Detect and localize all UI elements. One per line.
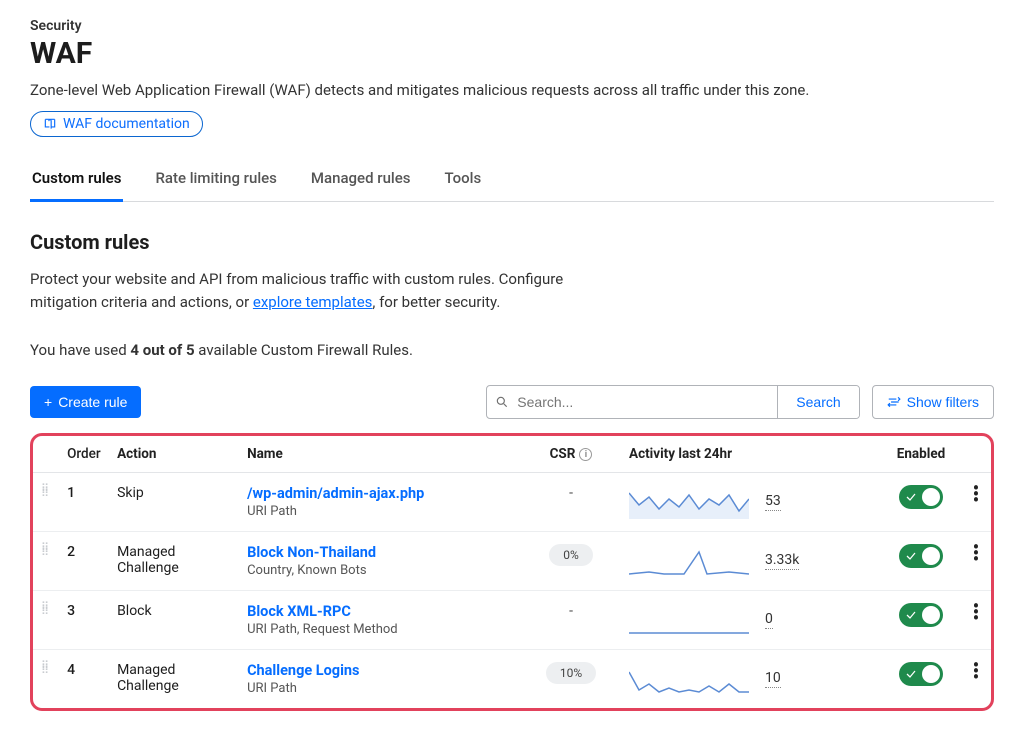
rule-name-link[interactable]: Block XML-RPC <box>247 603 513 620</box>
rule-subtitle: URI Path <box>247 681 513 696</box>
rule-order: 2 <box>59 532 109 591</box>
create-rule-label: Create rule <box>58 394 127 410</box>
csr-badge: 10% <box>546 662 596 684</box>
search-button[interactable]: Search <box>777 386 858 418</box>
row-menu-button[interactable]: ••• <box>969 603 983 621</box>
drag-handle[interactable]: ⠿⠿ <box>33 532 59 591</box>
rule-name-link[interactable]: /wp-admin/admin-ajax.php <box>247 485 513 502</box>
rules-table-container: Order Action Name CSRi Activity last 24h… <box>30 433 994 711</box>
col-action: Action <box>109 436 239 473</box>
col-name: Name <box>239 436 521 473</box>
csr-badge: 0% <box>549 544 593 566</box>
row-menu-button[interactable]: ••• <box>969 485 983 503</box>
activity-count[interactable]: 3.33k <box>765 552 799 570</box>
sparkline <box>629 662 749 696</box>
rule-name-link[interactable]: Block Non-Thailand <box>247 544 513 561</box>
row-menu-button[interactable]: ••• <box>969 544 983 562</box>
search-icon <box>495 395 509 409</box>
activity-count[interactable]: 10 <box>765 670 781 688</box>
check-icon <box>905 491 917 503</box>
rule-name-link[interactable]: Challenge Logins <box>247 662 513 679</box>
row-menu-button[interactable]: ••• <box>969 662 983 680</box>
waf-documentation-link[interactable]: WAF documentation <box>30 111 203 137</box>
explore-templates-link[interactable]: explore templates <box>253 293 373 311</box>
tab-tools[interactable]: Tools <box>443 159 484 201</box>
rule-subtitle: URI Path, Request Method <box>247 622 513 637</box>
rule-action: Managed Challenge <box>109 650 239 709</box>
drag-handle[interactable]: ⠿⠿ <box>33 591 59 650</box>
usage-after: available Custom Firewall Rules. <box>195 341 413 359</box>
show-filters-button[interactable]: Show filters <box>872 385 994 419</box>
tab-rate-limiting-rules[interactable]: Rate limiting rules <box>153 159 278 201</box>
section-title: Custom rules <box>30 230 994 254</box>
section-description: Protect your website and API from malici… <box>30 268 590 313</box>
drag-handle[interactable]: ⠿⠿ <box>33 650 59 709</box>
rule-order: 4 <box>59 650 109 709</box>
page-title: WAF <box>30 36 994 71</box>
csr-value: - <box>569 603 573 619</box>
usage-line: You have used 4 out of 5 available Custo… <box>30 341 994 359</box>
tabs-bar: Custom rules Rate limiting rules Managed r… <box>30 159 994 202</box>
col-order: Order <box>59 436 109 473</box>
book-icon <box>43 117 57 131</box>
activity-count[interactable]: 53 <box>765 493 781 511</box>
drag-handle[interactable]: ⠿⠿ <box>33 473 59 532</box>
table-row: ⠿⠿ 2 Managed Challenge Block Non-Thailan… <box>33 532 991 591</box>
search-wrap: Search <box>486 385 859 419</box>
plus-icon: + <box>44 394 52 410</box>
table-row: ⠿⠿ 4 Managed Challenge Challenge Logins … <box>33 650 991 709</box>
doc-link-label: WAF documentation <box>63 116 190 132</box>
table-row: ⠿⠿ 3 Block Block XML-RPC URI Path, Reque… <box>33 591 991 650</box>
create-rule-button[interactable]: + Create rule <box>30 386 141 418</box>
section-desc-text-after: , for better security. <box>372 293 500 311</box>
col-enabled: Enabled <box>881 436 961 473</box>
table-row: ⠿⠿ 1 Skip /wp-admin/admin-ajax.php URI P… <box>33 473 991 532</box>
usage-before: You have used <box>30 341 130 359</box>
page-description: Zone-level Web Application Firewall (WAF… <box>30 81 994 99</box>
usage-count: 4 out of 5 <box>130 341 194 359</box>
breadcrumb: Security <box>30 18 994 34</box>
enabled-toggle[interactable] <box>899 603 943 627</box>
sparkline <box>629 485 749 519</box>
csr-value: - <box>569 485 573 501</box>
sparkline <box>629 603 749 637</box>
tab-custom-rules[interactable]: Custom rules <box>30 159 123 202</box>
tab-managed-rules[interactable]: Managed rules <box>309 159 413 201</box>
rule-action: Managed Challenge <box>109 532 239 591</box>
rule-order: 1 <box>59 473 109 532</box>
check-icon <box>905 668 917 680</box>
check-icon <box>905 609 917 621</box>
enabled-toggle[interactable] <box>899 485 943 509</box>
enabled-toggle[interactable] <box>899 544 943 568</box>
rule-order: 3 <box>59 591 109 650</box>
info-icon[interactable]: i <box>579 448 592 461</box>
toolbar: + Create rule Search Show filters <box>30 385 994 419</box>
col-csr: CSRi <box>521 436 621 473</box>
check-icon <box>905 550 917 562</box>
enabled-toggle[interactable] <box>899 662 943 686</box>
rule-subtitle: Country, Known Bots <box>247 563 513 578</box>
show-filters-label: Show filters <box>907 394 979 410</box>
rule-action: Skip <box>109 473 239 532</box>
rule-action: Block <box>109 591 239 650</box>
rule-subtitle: URI Path <box>247 504 513 519</box>
col-activity: Activity last 24hr <box>621 436 881 473</box>
rules-table: Order Action Name CSRi Activity last 24h… <box>33 436 991 708</box>
filters-icon <box>887 395 901 409</box>
search-input[interactable] <box>487 386 777 418</box>
sparkline <box>629 544 749 578</box>
activity-count[interactable]: 0 <box>765 611 773 629</box>
